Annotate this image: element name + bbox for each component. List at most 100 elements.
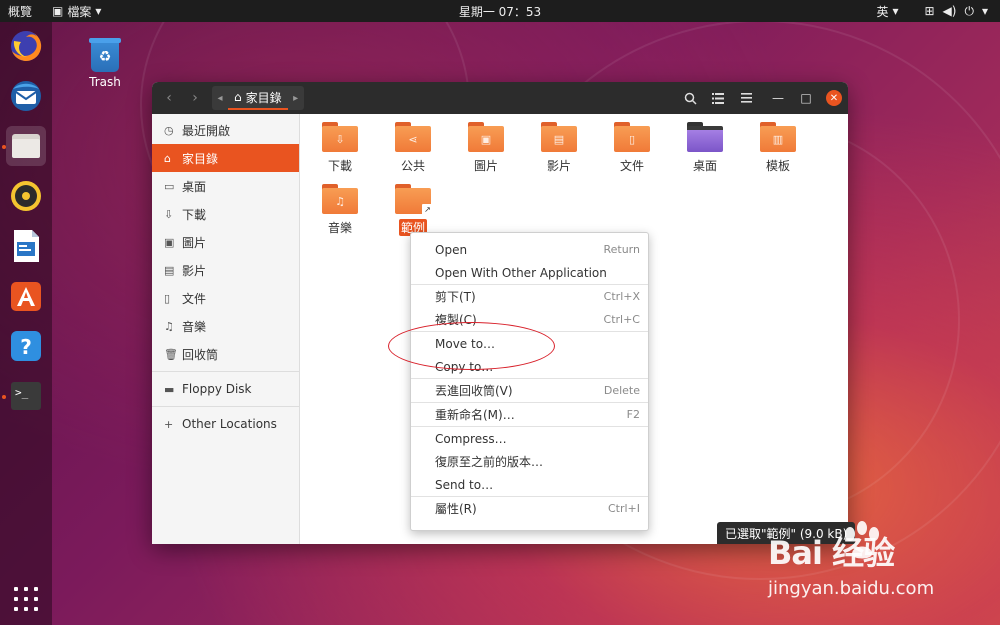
menu-item-revert[interactable]: 復原至之前的版本… bbox=[411, 450, 648, 473]
clock: 星期一 07：53 bbox=[0, 3, 1000, 20]
folder-public[interactable]: ⋖ 公共 bbox=[383, 122, 443, 174]
menu-item-label: Send to… bbox=[435, 477, 494, 492]
document-icon: ▯ bbox=[614, 126, 650, 152]
menu-item-move-to-trash[interactable]: 丟進回收筒(V) Delete bbox=[411, 379, 648, 402]
clock-icon: ◷ bbox=[164, 123, 174, 137]
menu-item-compress[interactable]: Compress… bbox=[411, 427, 648, 450]
menu-item-cut[interactable]: 剪下(T) Ctrl+X bbox=[411, 285, 648, 308]
clock-label[interactable]: 星期一 07：53 bbox=[459, 5, 541, 19]
sidebar-divider bbox=[152, 371, 299, 372]
sidebar-item-trash[interactable]: 🗑 回收筒 bbox=[152, 340, 299, 368]
sidebar-divider bbox=[152, 406, 299, 407]
desktop-trash[interactable]: ♻ Trash bbox=[84, 38, 126, 89]
forward-button[interactable]: › bbox=[182, 86, 208, 110]
maximize-button[interactable]: □ bbox=[792, 86, 820, 110]
minimize-icon: — bbox=[772, 91, 784, 105]
desktop-folder-icon bbox=[687, 126, 723, 152]
writer-launcher[interactable] bbox=[6, 226, 46, 266]
file-label: 桌面 bbox=[692, 159, 717, 173]
sidebar-item-music[interactable]: ♫ 音樂 bbox=[152, 312, 299, 340]
sidebar-item-recent[interactable]: ◷ 最近開啟 bbox=[152, 116, 299, 144]
menu-item-label: 重新命名(M)… bbox=[435, 408, 515, 422]
minimize-button[interactable]: — bbox=[764, 86, 792, 110]
menu-item-properties[interactable]: 屬性(R) Ctrl+I bbox=[411, 497, 648, 520]
files-app-icon: ▣ bbox=[52, 4, 64, 18]
help-launcher[interactable]: ? bbox=[6, 326, 46, 366]
folder-examples[interactable]: ↗ 範例 bbox=[383, 184, 443, 236]
folder-pictures[interactable]: ▣ 圖片 bbox=[456, 122, 516, 174]
share-icon: ⋖ bbox=[395, 126, 431, 152]
sidebar-item-other-locations[interactable]: + Other Locations bbox=[152, 410, 299, 438]
menu-item-accel: Return bbox=[603, 243, 640, 256]
path-crumb-home[interactable]: ⌂ 家目錄 bbox=[228, 86, 288, 110]
trash-icon: ♻ bbox=[89, 38, 121, 72]
folder-music[interactable]: ♫ 音樂 bbox=[310, 184, 370, 236]
film-icon: ▤ bbox=[164, 263, 175, 277]
folder-templates[interactable]: ▥ 模板 bbox=[748, 122, 808, 174]
menu-item-accel: Ctrl+I bbox=[607, 502, 640, 515]
list-view-icon bbox=[712, 92, 724, 104]
activities-button[interactable]: 概覽 bbox=[0, 0, 40, 22]
software-launcher[interactable] bbox=[6, 276, 46, 316]
software-center-icon bbox=[11, 282, 41, 311]
sidebar-item-label: Floppy Disk bbox=[182, 382, 252, 396]
sidebar-item-pictures[interactable]: ▣ 圖片 bbox=[152, 228, 299, 256]
menu-item-rename[interactable]: 重新命名(M)… F2 bbox=[411, 403, 648, 426]
top-bar: 概覽 ▣ 檔案 ▾ 星期一 07：53 英 ▾ ⊞ ◀) ⏻ ▾ bbox=[0, 0, 1000, 22]
menu-item-copy[interactable]: 複製(C) Ctrl+C bbox=[411, 308, 648, 331]
sidebar-item-documents[interactable]: ▯ 文件 bbox=[152, 284, 299, 312]
menu-item-send-to[interactable]: Send to… bbox=[411, 473, 648, 496]
terminal-launcher[interactable]: >_ bbox=[6, 376, 46, 416]
view-toggle-button[interactable] bbox=[704, 86, 732, 110]
menu-item-open-with[interactable]: Open With Other Application bbox=[411, 261, 648, 284]
menu-item-label: Compress… bbox=[435, 431, 507, 446]
menu-button[interactable] bbox=[732, 86, 760, 110]
show-applications-icon[interactable] bbox=[14, 587, 38, 611]
sidebar-item-floppy[interactable]: ▬ Floppy Disk bbox=[152, 375, 299, 403]
back-button[interactable]: ‹ bbox=[156, 86, 182, 110]
files-launcher[interactable] bbox=[6, 126, 46, 166]
close-button[interactable]: ✕ bbox=[826, 90, 842, 106]
folder-desktop[interactable]: 桌面 bbox=[675, 122, 735, 174]
folder-downloads[interactable]: ⇩ 下載 bbox=[310, 122, 370, 174]
sidebar-item-home[interactable]: ⌂ 家目錄 bbox=[152, 144, 299, 172]
running-indicator bbox=[2, 145, 6, 149]
app-menu-button[interactable]: ▣ 檔案 ▾ bbox=[40, 0, 113, 22]
menu-item-move-to[interactable]: Move to… bbox=[411, 332, 648, 355]
music-icon: ♫ bbox=[164, 319, 174, 333]
sidebar-item-videos[interactable]: ▤ 影片 bbox=[152, 256, 299, 284]
menu-item-label: Copy to… bbox=[435, 359, 494, 374]
sidebar-item-label: 音樂 bbox=[182, 319, 207, 334]
sidebar-item-label: 影片 bbox=[182, 263, 207, 278]
app-menu-label: 檔案 bbox=[67, 4, 92, 19]
template-icon: ▥ bbox=[760, 126, 796, 152]
sidebar-item-label: 最近開啟 bbox=[182, 123, 231, 138]
path-crumb-label: 家目錄 bbox=[245, 90, 282, 105]
symlink-arrow-icon: ↗ bbox=[422, 204, 433, 215]
svg-text:?: ? bbox=[20, 335, 32, 359]
thunderbird-launcher[interactable] bbox=[6, 76, 46, 116]
system-menu-button[interactable]: ⊞ ◀) ⏻ ▾ bbox=[912, 0, 1000, 22]
places-sidebar: ◷ 最近開啟 ⌂ 家目錄 ▭ 桌面 ⇩ 下載 ▣ 圖片 ▤ 影片 ▯ 文件 ♫ 音樂 🗑 回收筒 … bbox=[152, 114, 300, 544]
sidebar-item-downloads[interactable]: ⇩ 下載 bbox=[152, 200, 299, 228]
writer-icon bbox=[14, 230, 39, 262]
maximize-icon: □ bbox=[800, 91, 812, 105]
rhythmbox-launcher[interactable] bbox=[6, 176, 46, 216]
path-scroll-left-icon[interactable]: ◂ bbox=[212, 93, 228, 104]
volume-icon: ◀) bbox=[942, 4, 957, 18]
file-label: 影片 bbox=[546, 159, 571, 173]
hamburger-menu-icon bbox=[740, 93, 752, 103]
path-scroll-right-icon[interactable]: ▸ bbox=[288, 93, 304, 104]
folder-videos[interactable]: ▤ 影片 bbox=[529, 122, 589, 174]
input-method-button[interactable]: 英 ▾ bbox=[868, 0, 910, 22]
firefox-launcher[interactable] bbox=[6, 26, 46, 66]
menu-item-open[interactable]: Open Return bbox=[411, 238, 648, 261]
sidebar-item-desktop[interactable]: ▭ 桌面 bbox=[152, 172, 299, 200]
path-bar: ◂ ⌂ 家目錄 ▸ bbox=[212, 86, 304, 110]
search-button[interactable] bbox=[676, 86, 704, 110]
folder-documents[interactable]: ▯ 文件 bbox=[602, 122, 662, 174]
menu-item-copy-to[interactable]: Copy to… bbox=[411, 355, 648, 378]
film-icon: ▤ bbox=[541, 126, 577, 152]
menu-item-label: 剪下(T) bbox=[435, 290, 476, 304]
menu-item-accel: Ctrl+X bbox=[603, 290, 640, 303]
